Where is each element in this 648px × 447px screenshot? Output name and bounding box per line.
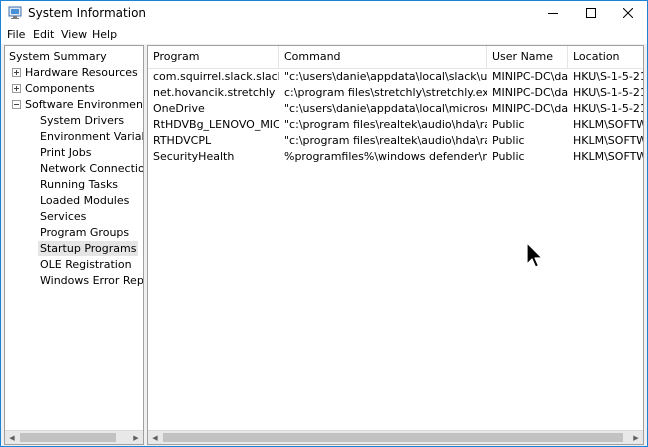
tree-item-environment-variables[interactable]: Environment Variables — [40, 129, 143, 144]
minimize-button[interactable] — [534, 1, 572, 25]
cell-program: net.hovancik.stretchly — [153, 86, 276, 99]
cell-program: RTHDVCPL — [153, 134, 212, 147]
tree-item-label: Startup Programs — [40, 242, 137, 255]
column-header-location[interactable]: Location — [568, 46, 643, 68]
scroll-right-icon[interactable]: ▶ — [629, 431, 643, 444]
tree-item-running-tasks[interactable]: Running Tasks — [40, 177, 118, 192]
cell-user-name: Public — [492, 134, 525, 147]
scrollbar-thumb[interactable] — [20, 433, 116, 442]
tree-item-startup-programs[interactable]: Startup Programs — [38, 241, 139, 256]
column-header-command[interactable]: Command — [279, 46, 487, 68]
title-bar[interactable]: System Information — [1, 1, 647, 25]
menu-bar: File Edit View Help — [1, 25, 647, 44]
cell-location: HKU\S-1-5-21 — [573, 86, 644, 99]
cell-location: HKU\S-1-5-21 — [573, 70, 644, 83]
close-button[interactable] — [609, 1, 647, 25]
menu-view[interactable]: View — [61, 28, 87, 41]
tree-item-label: Hardware Resources — [25, 66, 138, 79]
tree-item-label: Print Jobs — [40, 146, 92, 159]
mouse-pointer-icon — [526, 242, 543, 268]
cell-command: "c:\users\danie\appdata\local\microsoft\… — [284, 102, 487, 115]
column-header-program[interactable]: Program — [148, 46, 279, 68]
tree-item-loaded-modules[interactable]: Loaded Modules — [40, 193, 129, 208]
menu-help[interactable]: Help — [92, 28, 117, 41]
cell-location: HKLM\SOFTWARE — [573, 150, 643, 163]
cell-user-name: MINIPC-DC\danie — [492, 70, 568, 83]
menu-file[interactable]: File — [7, 28, 25, 41]
cell-program: OneDrive — [153, 102, 205, 115]
category-tree[interactable]: System Summary Hardware Resources Compon… — [4, 45, 144, 445]
tree-item-windows-error-reporting[interactable]: Windows Error Reporting — [40, 273, 144, 288]
scroll-left-icon[interactable]: ◀ — [5, 431, 19, 444]
expand-plus-icon[interactable] — [12, 84, 21, 93]
tree-item-label: Loaded Modules — [40, 194, 130, 207]
cell-user-name: MINIPC-DC\danie — [492, 102, 568, 115]
cell-command: "c:\users\danie\appdata\local\slack\upda… — [284, 70, 487, 83]
cell-command: c:\program files\stretchly\stretchly.exe — [284, 86, 487, 99]
tree-item-program-groups[interactable]: Program Groups — [40, 225, 129, 240]
table-horizontal-scrollbar[interactable]: ◀ ▶ — [148, 430, 643, 444]
cell-user-name: Public — [492, 150, 525, 163]
cell-user-name: MINIPC-DC\danie — [492, 86, 568, 99]
minimize-icon — [548, 13, 558, 14]
scroll-right-icon[interactable]: ▶ — [129, 431, 143, 444]
tree-horizontal-scrollbar[interactable]: ◀ ▶ — [5, 430, 143, 444]
cell-location: HKU\S-1-5-21 — [573, 102, 644, 115]
tree-item-software-environment[interactable]: Software Environment — [25, 97, 144, 112]
scroll-left-icon[interactable]: ◀ — [148, 431, 162, 444]
startup-programs-table: Program Command User Name Location com.s… — [147, 45, 644, 445]
tree-item-label: Program Groups — [40, 226, 130, 239]
expand-plus-icon[interactable] — [12, 68, 21, 77]
maximize-button[interactable] — [572, 1, 610, 25]
tree-item-label: System Drivers — [40, 114, 125, 127]
tree-item-network-connections[interactable]: Network Connections — [40, 161, 143, 176]
tree-item-hardware-resources[interactable]: Hardware Resources — [25, 65, 138, 80]
tree-item-label: Network Connections — [40, 162, 143, 175]
tree-item-system-summary[interactable]: System Summary — [9, 49, 107, 64]
cell-user-name: Public — [492, 118, 525, 131]
close-icon — [623, 8, 633, 18]
system-information-window: System Information File Edit View Help S… — [0, 0, 648, 447]
scrollbar-thumb[interactable] — [163, 433, 623, 442]
system-information-icon — [8, 6, 22, 19]
tree-item-components[interactable]: Components — [25, 81, 95, 96]
tree-item-label: Environment Variables — [40, 130, 143, 143]
tree-item-label: Windows Error Reporting — [40, 274, 144, 287]
cell-location: HKLM\SOFTWARE — [573, 134, 643, 147]
tree-item-label: Software Environment — [25, 98, 144, 111]
tree-item-system-drivers[interactable]: System Drivers — [40, 113, 124, 128]
tree-item-label: Components — [25, 82, 95, 95]
cell-command: "c:\program files\realtek\audio\hda\ravb… — [284, 118, 487, 131]
tree-item-label: System Summary — [9, 50, 107, 63]
cell-command: %programfiles%\windows defender\msascuil… — [284, 150, 487, 163]
tree-item-label: Services — [40, 210, 87, 223]
cell-program: SecurityHealth — [153, 150, 235, 163]
cell-location: HKLM\SOFTWARE — [573, 118, 643, 131]
collapse-minus-icon[interactable] — [12, 100, 21, 109]
cell-program: com.squirrel.slack.slack — [153, 70, 279, 83]
tree-item-label: OLE Registration — [40, 258, 132, 271]
column-header-user-name[interactable]: User Name — [487, 46, 568, 68]
tree-item-ole-registration[interactable]: OLE Registration — [40, 257, 132, 272]
cell-command: "c:\program files\realtek\audio\hda\ravc… — [284, 134, 487, 147]
menu-edit[interactable]: Edit — [33, 28, 54, 41]
maximize-icon — [586, 8, 596, 18]
cell-program: RtHDVBg_LENOVO_MICPKEY — [153, 118, 279, 131]
window-title: System Information — [28, 6, 147, 20]
tree-item-label: Running Tasks — [40, 178, 119, 191]
tree-item-print-jobs[interactable]: Print Jobs — [40, 145, 92, 160]
tree-item-services[interactable]: Services — [40, 209, 86, 224]
